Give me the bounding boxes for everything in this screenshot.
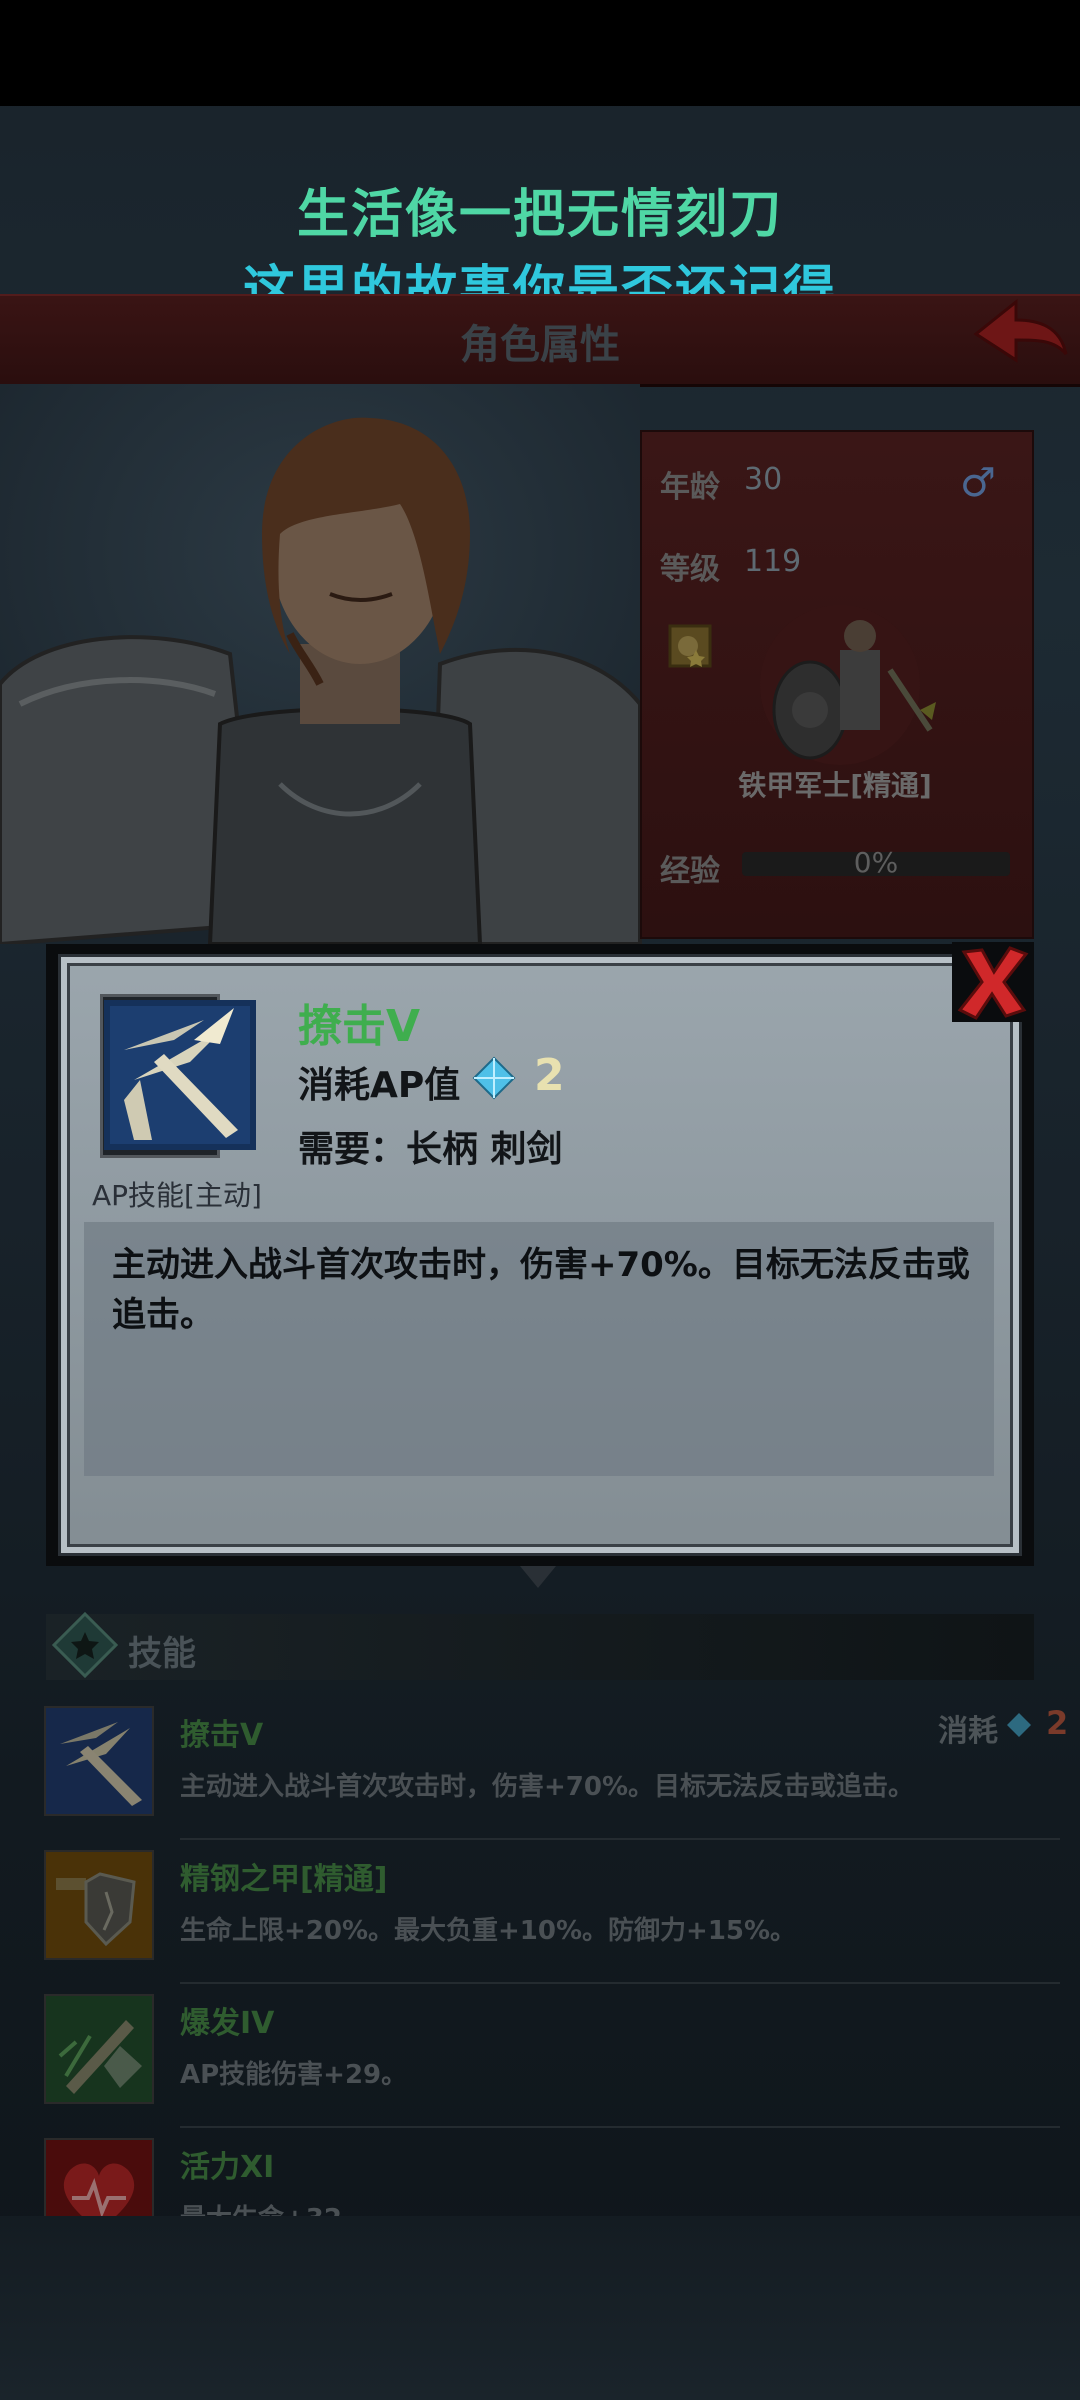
level-label: 等级 [660, 552, 720, 587]
divider [180, 1838, 1060, 1840]
skill-row[interactable]: 精钢之甲[精通] 生命上限+20%。最大负重+10%。防御力+15%。 [40, 1850, 1060, 1990]
game-screen: 生活像一把无情刻刀 这里的故事你是否还记得 角色属性 年龄 30 ♂ 等级 11… [0, 0, 1080, 2400]
male-icon: ♂ [960, 460, 996, 506]
skill-name: 活力XI [180, 2150, 275, 2185]
age-label: 年龄 [660, 470, 720, 505]
thrust-skill-icon [44, 1706, 154, 1816]
skill-desc: 主动进入战斗首次攻击时，伤害+70%。目标无法反击或追击。 [180, 1772, 915, 1802]
skill-description: 主动进入战斗首次攻击时，伤害+70%。目标无法反击或追击。 [112, 1245, 970, 1335]
burst-sword-icon [44, 1994, 154, 2104]
skill-row[interactable]: 爆发IV AP技能伤害+29。 [40, 1994, 1060, 2134]
slogan-line-1: 生活像一把无情刻刀 [296, 185, 783, 245]
skills-section-title: 技能 [128, 1634, 196, 1674]
popup-skill-name: 撩击V [298, 1001, 421, 1052]
hero-class-name: 铁甲军士[精通] [738, 769, 932, 802]
divider [180, 1982, 1060, 1984]
age-value: 30 [744, 462, 783, 497]
popup-pointer-icon [520, 1566, 556, 1588]
skill-name: 撩击V [180, 1718, 264, 1753]
skill-desc: 生命上限+20%。最大负重+10%。防御力+15%。 [180, 1916, 797, 1946]
steel-armor-icon [44, 1850, 154, 1960]
thrust-skill-icon [104, 1000, 256, 1150]
ap-gem-icon [472, 1056, 516, 1100]
badge-icon [668, 624, 712, 668]
skill-name: 精钢之甲[精通] [180, 1862, 388, 1897]
star-diamond-icon [51, 1611, 119, 1679]
close-icon[interactable] [952, 942, 1034, 1022]
page-title: 角色属性 [460, 322, 620, 368]
ap-cost-value: 2 [534, 1050, 565, 1101]
skill-desc: AP技能伤害+29。 [180, 2060, 408, 2090]
skill-row[interactable]: 撩击V 主动进入战斗首次攻击时，伤害+70%。目标无法反击或追击。 [40, 1706, 1060, 1846]
exp-value: 0% [853, 846, 899, 879]
status-bar-area [0, 0, 1080, 106]
skill-type-label: AP技能[主动] [92, 1179, 262, 1212]
class-figure-icon [760, 605, 936, 765]
ap-cost-label: 消耗AP值 [298, 1065, 461, 1106]
divider [180, 2126, 1060, 2128]
weapon-requirement: 需要：长柄 刺剑 [298, 1129, 563, 1170]
exp-label: 经验 [660, 854, 720, 889]
bottom-panel [0, 2216, 1080, 2400]
level-value: 119 [744, 544, 802, 579]
skill-name: 爆发IV [180, 2006, 275, 2041]
back-arrow-icon[interactable] [968, 296, 1070, 372]
